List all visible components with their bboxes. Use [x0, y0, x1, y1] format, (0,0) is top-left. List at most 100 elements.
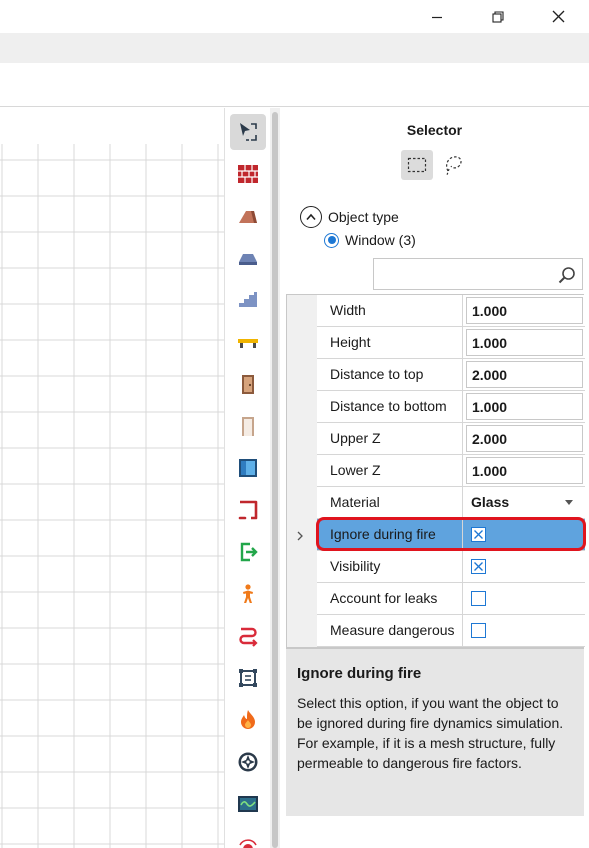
property-row[interactable]: Upper Z 2.000	[317, 423, 585, 455]
person-tool[interactable]	[230, 576, 266, 612]
check-x-icon	[474, 562, 483, 571]
sensor-tool[interactable]	[230, 786, 266, 822]
stairs-tool[interactable]	[230, 282, 266, 318]
property-value-input[interactable]: 1.000	[466, 457, 583, 484]
path-icon	[239, 627, 258, 647]
scrollbar-thumb[interactable]	[272, 112, 278, 848]
roof-tool[interactable]	[230, 198, 266, 234]
property-name: Material	[317, 487, 463, 518]
property-checkbox[interactable]	[471, 527, 486, 542]
property-row[interactable]: Height 1.000	[317, 327, 585, 359]
fan-icon	[238, 752, 258, 772]
bench-icon	[238, 339, 258, 348]
wall-tool[interactable]	[230, 156, 266, 192]
property-row[interactable]: Material Glass	[317, 487, 585, 519]
stairs-icon	[239, 292, 257, 307]
property-name: Distance to top	[317, 359, 463, 390]
collapse-button[interactable]	[300, 206, 322, 228]
property-name: Account for leaks	[317, 583, 463, 614]
window-tool[interactable]	[230, 450, 266, 486]
exit-icon	[240, 542, 258, 562]
fire-icon	[241, 710, 255, 729]
description-text-2: For example, if it is a mesh structure, …	[297, 735, 556, 771]
drawing-canvas[interactable]	[0, 108, 224, 848]
object-option-radio[interactable]	[324, 232, 339, 248]
slab-icon	[239, 254, 257, 265]
property-row[interactable]: Lower Z 1.000	[317, 455, 585, 487]
alarm-icon	[239, 839, 257, 848]
tool-strip-scrollbar[interactable]	[270, 108, 280, 848]
slab-tool[interactable]	[230, 240, 266, 276]
sensor-icon	[238, 796, 258, 812]
property-name: Width	[317, 295, 463, 326]
minimize-button[interactable]	[414, 0, 460, 33]
property-value-input[interactable]: 1.000	[466, 393, 583, 420]
property-name: Distance to bottom	[317, 391, 463, 422]
lasso-select-button[interactable]	[438, 150, 470, 180]
property-value-input[interactable]: 2.000	[466, 425, 583, 452]
doorway-icon	[242, 417, 254, 436]
fan-tool[interactable]	[230, 744, 266, 780]
window-icon	[239, 459, 257, 477]
property-search-input[interactable]	[373, 258, 583, 290]
property-row[interactable]: Distance to top 2.000	[317, 359, 585, 391]
restore-button[interactable]	[475, 0, 521, 33]
description-title: Ignore during fire	[297, 665, 422, 682]
person-icon	[243, 584, 253, 603]
expand-row-button[interactable]	[296, 528, 304, 544]
property-name: Visibility	[317, 551, 463, 582]
doorway-tool[interactable]	[230, 408, 266, 444]
property-row[interactable]: Visibility	[317, 551, 585, 583]
exit-tool[interactable]	[230, 534, 266, 570]
property-value-input[interactable]: 2.000	[466, 361, 583, 388]
object-option[interactable]: Window (3)	[324, 232, 416, 248]
lasso-select-icon	[446, 156, 462, 176]
path-tool[interactable]	[230, 618, 266, 654]
property-value-input[interactable]: 1.000	[466, 297, 583, 324]
object-type-label: Object type	[328, 209, 399, 225]
property-name: Upper Z	[317, 423, 463, 454]
property-row[interactable]: Width 1.000	[317, 295, 585, 327]
select-tool[interactable]	[230, 114, 266, 150]
close-button[interactable]	[535, 0, 581, 33]
property-name: Measure dangerous	[317, 615, 463, 646]
property-name: Lower Z	[317, 455, 463, 486]
check-x-icon	[474, 530, 483, 539]
door-tool[interactable]	[230, 366, 266, 402]
property-row[interactable]: Distance to bottom 1.000	[317, 391, 585, 423]
tool-strip	[224, 108, 270, 848]
search-icon	[558, 267, 575, 284]
rectangle-select-button[interactable]	[401, 150, 433, 180]
restore-icon	[492, 10, 504, 23]
room-tool[interactable]	[230, 492, 266, 528]
property-row[interactable]: Account for leaks	[317, 583, 585, 615]
alarm-tool[interactable]	[230, 828, 266, 848]
property-row[interactable]: Ignore during fire	[317, 519, 585, 551]
material-select[interactable]: Glass	[466, 489, 583, 516]
property-checkbox[interactable]	[471, 591, 486, 606]
bench-tool[interactable]	[230, 324, 266, 360]
canvas-grid	[0, 144, 224, 848]
property-value-input[interactable]: 1.000	[466, 329, 583, 356]
property-description: Ignore during fire Select this option, i…	[286, 648, 584, 816]
door-icon	[242, 375, 254, 394]
menu-band	[0, 33, 589, 63]
description-text-1: Select this option, if you want the obje…	[297, 695, 564, 731]
fire-tool[interactable]	[230, 702, 266, 738]
close-icon	[552, 10, 564, 23]
property-row[interactable]: Measure dangerous	[317, 615, 585, 647]
panel-title: Selector	[406, 122, 463, 138]
property-grid: Width 1.000 Height 1.000 Distance to top 2.00…	[286, 294, 585, 648]
area-tool[interactable]	[230, 660, 266, 696]
room-icon	[238, 500, 258, 520]
property-name: Height	[317, 327, 463, 358]
property-checkbox[interactable]	[471, 559, 486, 574]
material-value: Glass	[471, 494, 510, 510]
brick-wall-icon	[238, 165, 258, 183]
property-checkbox[interactable]	[471, 623, 486, 638]
chevron-down-icon	[565, 500, 573, 505]
chevron-up-icon	[306, 213, 316, 221]
slope-icon	[239, 211, 257, 223]
minimize-icon	[432, 16, 442, 18]
rectangle-select-icon	[407, 157, 427, 173]
